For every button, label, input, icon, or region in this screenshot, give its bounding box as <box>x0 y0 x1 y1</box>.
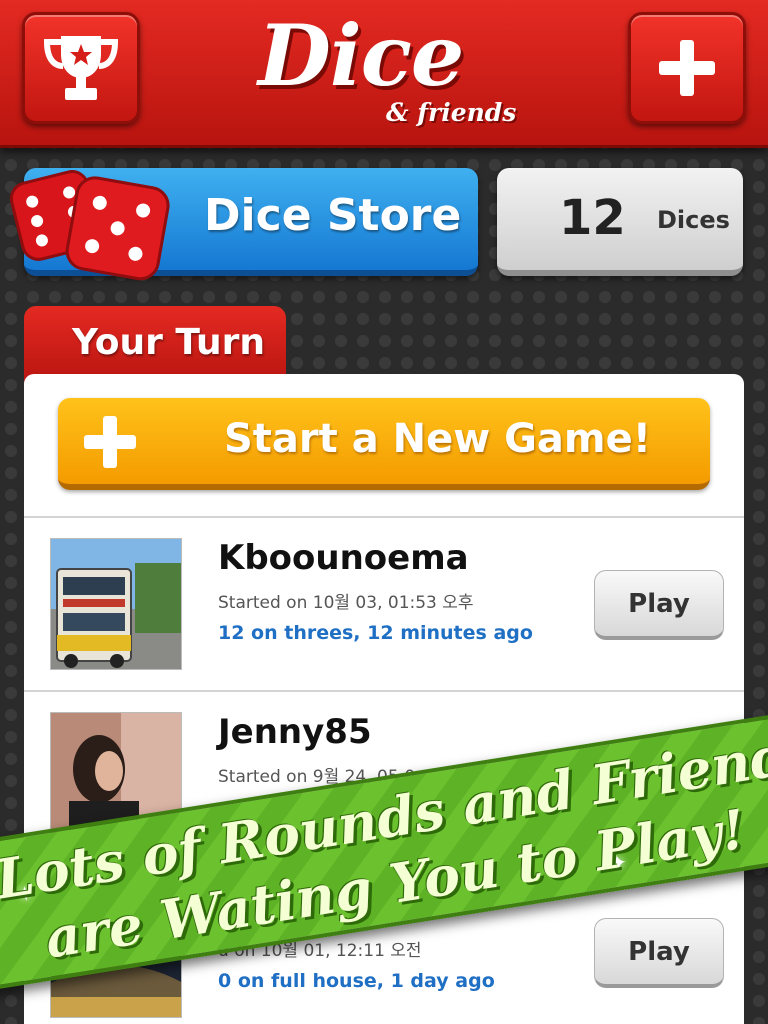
opponent-name: Kboounoema <box>218 538 469 578</box>
plus-icon <box>659 40 715 96</box>
tab-your-turn-label: Your Turn <box>72 322 266 363</box>
add-game-button[interactable] <box>628 12 746 124</box>
plus-icon <box>84 416 136 468</box>
game-status: 12 on threes, 12 minutes ago <box>218 622 533 644</box>
app-logo-title: Dice <box>258 6 464 105</box>
play-button[interactable]: Play <box>594 570 724 640</box>
leaderboard-button[interactable] <box>22 12 140 124</box>
start-new-game-button[interactable]: Start a New Game! <box>58 398 710 490</box>
dice-unit-label: Dices <box>657 206 730 234</box>
app-header: Dice & friends <box>0 0 768 148</box>
opponent-avatar <box>50 538 182 670</box>
game-started-date: Started on 10월 03, 01:53 오후 <box>218 593 474 613</box>
app-logo-subtitle: & friends <box>386 98 517 127</box>
start-new-game-label: Start a New Game! <box>224 416 651 462</box>
trophy-icon <box>43 36 119 100</box>
dice-count: 12 <box>559 190 626 246</box>
dice-store-label: Dice Store <box>204 190 462 241</box>
dice-icon <box>9 170 170 281</box>
dice-store-button[interactable]: Dice Store <box>9 168 478 281</box>
opponent-name: Jenny85 <box>218 712 372 752</box>
game-status: 0 on full house, 1 day ago <box>218 970 495 992</box>
dice-balance: 12 Dices <box>497 168 743 276</box>
game-row[interactable]: Kboounoema Started on 10월 03, 01:53 오후 1… <box>24 518 744 690</box>
play-button[interactable]: Play <box>594 918 724 988</box>
